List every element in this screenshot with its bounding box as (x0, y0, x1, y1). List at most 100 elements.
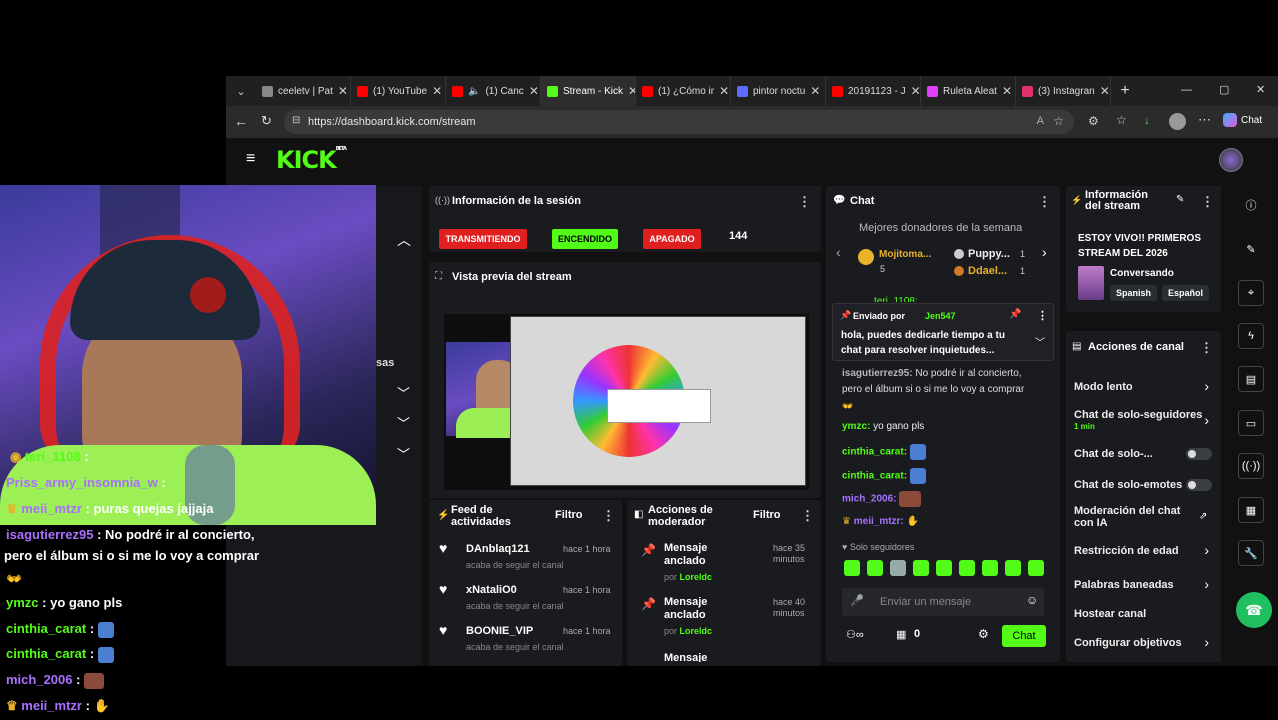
community-icon[interactable]: ⚇∞ (846, 628, 864, 641)
favorite-star-icon[interactable]: ☆ (1053, 114, 1064, 128)
emote-quick[interactable] (844, 560, 860, 576)
emoji-icon[interactable]: ☺ (1026, 593, 1038, 607)
chat-username[interactable]: isagutierrez95: (842, 368, 913, 379)
mod-user-link[interactable]: Loreldc (680, 626, 713, 636)
close-icon[interactable]: ✕ (338, 84, 348, 98)
action-palabras-baneadas[interactable]: Palabras baneadas (1074, 579, 1222, 591)
chat-username[interactable]: cinthia_carat: (842, 471, 907, 482)
tag-spanish[interactable]: Spanish (1110, 285, 1158, 301)
chat-icon[interactable]: ▭ (1238, 410, 1264, 436)
chat-settings-icon[interactable]: ⚙ (978, 627, 989, 641)
more-options-icon[interactable]: ⋮ (1201, 194, 1214, 210)
more-menu-icon[interactable]: ⋯ (1198, 112, 1211, 128)
emote-quick[interactable] (1005, 560, 1021, 576)
toggle-switch[interactable] (1186, 448, 1212, 460)
minimize-button[interactable]: — (1181, 84, 1192, 96)
stream-preview-video[interactable] (444, 314, 809, 490)
more-options-icon[interactable]: ⋮ (1037, 309, 1048, 322)
chat-username[interactable]: cinthia_carat: (842, 447, 907, 458)
broadcast-icon[interactable]: ((·)) (1238, 453, 1264, 479)
external-link-icon[interactable]: ⇗ (1199, 511, 1207, 522)
close-window-button[interactable]: ✕ (1256, 83, 1265, 96)
close-icon[interactable]: ✕ (628, 84, 635, 98)
action-modo-lento[interactable]: Modo lento (1074, 381, 1222, 393)
kick-logo[interactable]: KICKBETA (276, 146, 347, 174)
tab-youtube-audio[interactable]: 🔈 (1) Canc ✕ (446, 76, 541, 106)
more-options-icon[interactable]: ⋮ (602, 508, 615, 524)
chevron-right-icon[interactable]: › (1204, 378, 1209, 394)
chat-input[interactable]: 🎤 Enviar un mensaje ☺ (842, 588, 1044, 616)
support-fab[interactable]: ☎ (1236, 592, 1272, 628)
store-icon[interactable]: ▦ (896, 628, 906, 641)
emote-quick[interactable] (890, 560, 906, 576)
send-chat-button[interactable]: Chat (1002, 625, 1046, 647)
close-icon[interactable]: ✕ (810, 84, 820, 98)
sidebar-collapse-chevron[interactable]: ︿ (397, 230, 411, 250)
back-button[interactable]: ← (234, 113, 248, 129)
reload-button[interactable]: ↻ (261, 113, 272, 129)
emote-quick[interactable] (1028, 560, 1044, 576)
user-avatar[interactable] (1219, 148, 1243, 172)
tab-youtube[interactable]: (1) YouTube ✕ (351, 76, 446, 106)
chat-username[interactable]: ymzc: (842, 421, 870, 432)
tab-kick-stream[interactable]: Stream - Kick✕ (541, 76, 636, 106)
tab-youtube-2019[interactable]: 20191123 - J ✕ (826, 76, 921, 106)
action-hostear-canal[interactable]: Hostear canal (1074, 608, 1222, 620)
emote-quick[interactable] (936, 560, 952, 576)
tab-youtube-como[interactable]: (1) ¿Cómo ir ✕ (636, 76, 731, 106)
close-icon[interactable]: ✕ (719, 84, 729, 98)
profile-avatar[interactable] (1169, 113, 1186, 130)
tab-list-button[interactable]: ⌄ (226, 76, 256, 106)
read-aloud-icon[interactable]: A (1037, 115, 1044, 127)
tab-instagram[interactable]: (3) Instagran ✕ (1016, 76, 1111, 106)
url-field[interactable]: ⊟ https://dashboard.kick.com/stream A ☆ (284, 110, 1074, 134)
chevron-right-icon[interactable]: › (1204, 634, 1209, 650)
close-icon[interactable]: ✕ (911, 84, 920, 98)
expand-chevron-icon[interactable]: ﹀ (1035, 334, 1045, 349)
wrench-icon[interactable]: 🔧 (1238, 540, 1264, 566)
emote-quick[interactable] (982, 560, 998, 576)
more-options-icon[interactable]: ⋮ (1038, 194, 1051, 210)
chevron-right-icon[interactable]: › (1204, 542, 1209, 558)
bolt-icon[interactable]: ϟ (1238, 323, 1264, 349)
sidebar-expand-chevron[interactable]: ﹀ (397, 444, 410, 463)
hamburger-menu-icon[interactable]: ≡ (246, 150, 255, 168)
site-info-icon[interactable]: ⊟ (292, 115, 300, 126)
sidebar-expand-chevron[interactable]: ﹀ (397, 413, 410, 432)
favorites-icon[interactable]: ☆ (1116, 113, 1127, 127)
tag-espanol[interactable]: Español (1162, 285, 1210, 301)
emote-quick[interactable] (867, 560, 883, 576)
maximize-button[interactable]: ▢ (1219, 83, 1229, 96)
edit-pencil-icon[interactable]: ✎ (1176, 194, 1184, 205)
tab-patreon[interactable]: ceeletv | Pat ✕ (256, 76, 351, 106)
close-icon[interactable]: ✕ (529, 84, 539, 98)
more-options-icon[interactable]: ⋮ (798, 194, 811, 210)
target-icon[interactable]: ⌖ (1238, 280, 1264, 306)
mod-filter-button[interactable]: Filtro (753, 509, 781, 521)
chat-username[interactable]: mich_2006: (842, 494, 896, 505)
close-icon[interactable]: ✕ (1100, 84, 1110, 98)
downloads-icon[interactable]: ↓ (1144, 113, 1150, 127)
extensions-icon[interactable]: ⚙ (1088, 114, 1099, 128)
action-moderacion-ia[interactable]: Moderación del chat con IA (1074, 505, 1184, 529)
activity-filter-button[interactable]: Filtro (555, 509, 583, 521)
mod-user-link[interactable]: Loreldc (680, 572, 713, 582)
close-icon[interactable]: ✕ (432, 84, 442, 98)
more-options-icon[interactable]: ⋮ (801, 508, 814, 524)
speaker-icon[interactable]: 🔈 (468, 86, 480, 97)
tab-ruleta[interactable]: Ruleta Aleat ✕ (921, 76, 1016, 106)
tab-pintor[interactable]: pintor noctu ✕ (731, 76, 826, 106)
pencil-icon[interactable]: ✎ (1238, 236, 1264, 262)
mic-icon[interactable]: 🎤 (850, 594, 864, 607)
chevron-right-icon[interactable]: › (1204, 576, 1209, 592)
action-configurar-objetivos[interactable]: Configurar objetivos (1074, 637, 1222, 649)
chevron-right-icon[interactable]: › (1204, 412, 1209, 428)
action-solo-seguidores[interactable]: Chat de solo-seguidores 1 min (1074, 409, 1204, 433)
more-options-icon[interactable]: ⋮ (1200, 340, 1213, 356)
pinned-user[interactable]: Jen547 (925, 311, 956, 321)
action-restriccion-edad[interactable]: Restricción de edad (1074, 545, 1222, 557)
emote-quick[interactable] (959, 560, 975, 576)
sidebar-expand-chevron[interactable]: ﹀ (397, 383, 410, 402)
document-icon[interactable]: ▤ (1238, 366, 1264, 392)
copilot-chat-button[interactable]: Chat (1223, 113, 1262, 127)
